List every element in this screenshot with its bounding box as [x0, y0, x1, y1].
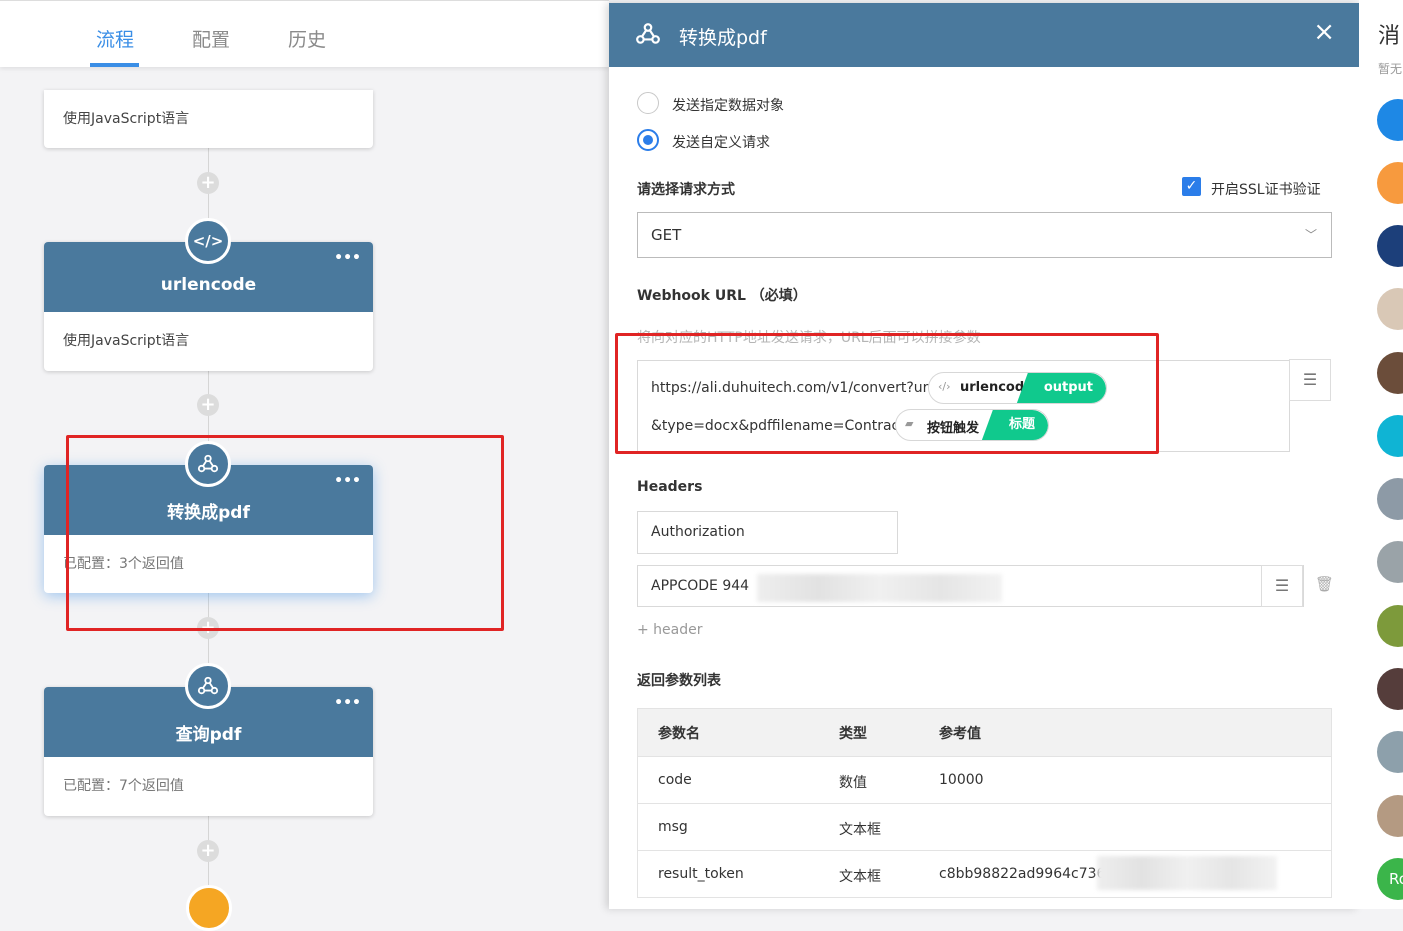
tab-flow[interactable]: 流程 — [96, 25, 134, 52]
cell: code — [658, 772, 692, 788]
user-avatar[interactable] — [1377, 795, 1403, 837]
bell-icon[interactable] — [1377, 731, 1403, 773]
cell: 10000 — [939, 772, 984, 788]
header-key-input[interactable]: Authorization — [637, 511, 898, 554]
user-avatar[interactable] — [1377, 668, 1403, 710]
radio-send-custom-request[interactable] — [637, 129, 659, 151]
add-node-button[interactable]: + — [197, 840, 219, 862]
table-header: 参数名 类型 参考值 — [638, 709, 1331, 756]
user-avatar[interactable] — [1377, 352, 1403, 394]
radio-send-data-object[interactable] — [637, 92, 659, 114]
user-avatar[interactable] — [1377, 541, 1403, 583]
ssl-verify-checkbox[interactable]: ✓ — [1182, 177, 1201, 196]
flow-node-card[interactable]: 使用JavaScript语言 — [44, 90, 373, 148]
top-tab-bar: 流程 配置 历史 — [0, 0, 609, 67]
insert-variable-icon[interactable]: ☰ — [1289, 359, 1331, 401]
column-header: 参数名 — [658, 726, 700, 742]
annotation-highlight-box — [66, 435, 504, 631]
header-value-text: APPCODE 944 — [651, 578, 750, 594]
method-value: GET — [651, 226, 682, 244]
cell: 文本框 — [839, 869, 881, 885]
tab-history[interactable]: 历史 — [288, 25, 326, 52]
annotation-highlight-box — [615, 333, 1159, 454]
app-avatar[interactable] — [1377, 415, 1403, 457]
sidebar-title: 消 — [1378, 24, 1401, 49]
tab-config[interactable]: 配置 — [192, 25, 230, 52]
chevron-down-icon: ﹀ — [1304, 228, 1317, 242]
close-icon[interactable]: × — [1313, 17, 1335, 47]
code-icon: </> — [185, 218, 231, 264]
node-config-drawer: 转换成pdf × 发送指定数据对象 发送自定义请求 请选择请求方式 ✓ 开启SS… — [609, 3, 1359, 909]
webhook-icon — [635, 21, 661, 51]
drawer-title: 转换成pdf — [679, 27, 767, 49]
webhook-url-label: Webhook URL （必填） — [637, 288, 807, 304]
cell: 数值 — [839, 775, 867, 791]
method-label: 请选择请求方式 — [637, 182, 735, 198]
drawer-header: 转换成pdf × — [609, 3, 1359, 67]
node-description: 已配置：7个返回值 — [63, 778, 184, 794]
webhook-icon — [185, 663, 231, 709]
more-menu-icon[interactable]: ••• — [334, 695, 361, 711]
column-header: 参考值 — [939, 726, 981, 742]
cell: msg — [658, 819, 688, 835]
redacted-region — [757, 574, 1002, 602]
headers-label: Headers — [637, 479, 703, 495]
node-description: 使用JavaScript语言 — [63, 333, 190, 349]
add-header-link[interactable]: + header — [637, 622, 703, 638]
app-avatar[interactable] — [1377, 225, 1403, 267]
column-header: 类型 — [839, 726, 867, 742]
user-avatar[interactable] — [1377, 478, 1403, 520]
radio-label: 发送自定义请求 — [672, 135, 770, 151]
message-sidebar: 消 暂无 Ro — [1359, 0, 1403, 909]
cell: 文本框 — [839, 822, 881, 838]
header-key-value: Authorization — [651, 524, 745, 540]
app-avatar[interactable] — [1377, 162, 1403, 204]
tab-active-indicator — [90, 63, 139, 67]
redacted-region — [1097, 856, 1277, 890]
method-select[interactable]: GET ﹀ — [637, 212, 1332, 258]
trash-icon[interactable]: 🗑 — [1315, 575, 1334, 593]
user-avatar[interactable]: Ro — [1377, 858, 1403, 900]
more-menu-icon[interactable]: ••• — [334, 250, 361, 266]
radio-label: 发送指定数据对象 — [672, 98, 784, 114]
cell: result_token — [658, 866, 744, 882]
table-row: code 数值 10000 — [638, 756, 1331, 803]
cell: c8bb98822ad9964c736 — [939, 866, 1106, 882]
flow-node-icon[interactable] — [186, 885, 232, 931]
table-row: msg 文本框 — [638, 803, 1331, 850]
node-description: 使用JavaScript语言 — [63, 111, 190, 127]
user-avatar[interactable] — [1377, 288, 1403, 330]
add-node-button[interactable]: + — [197, 394, 219, 416]
insert-variable-icon[interactable]: ☰ — [1261, 565, 1303, 607]
sidebar-subtitle: 暂无 — [1378, 62, 1403, 76]
add-node-button[interactable]: + — [197, 172, 219, 194]
user-avatar[interactable] — [1377, 605, 1403, 647]
ssl-label: 开启SSL证书验证 — [1211, 182, 1321, 198]
return-params-label: 返回参数列表 — [637, 673, 721, 689]
app-avatar[interactable] — [1377, 99, 1403, 141]
